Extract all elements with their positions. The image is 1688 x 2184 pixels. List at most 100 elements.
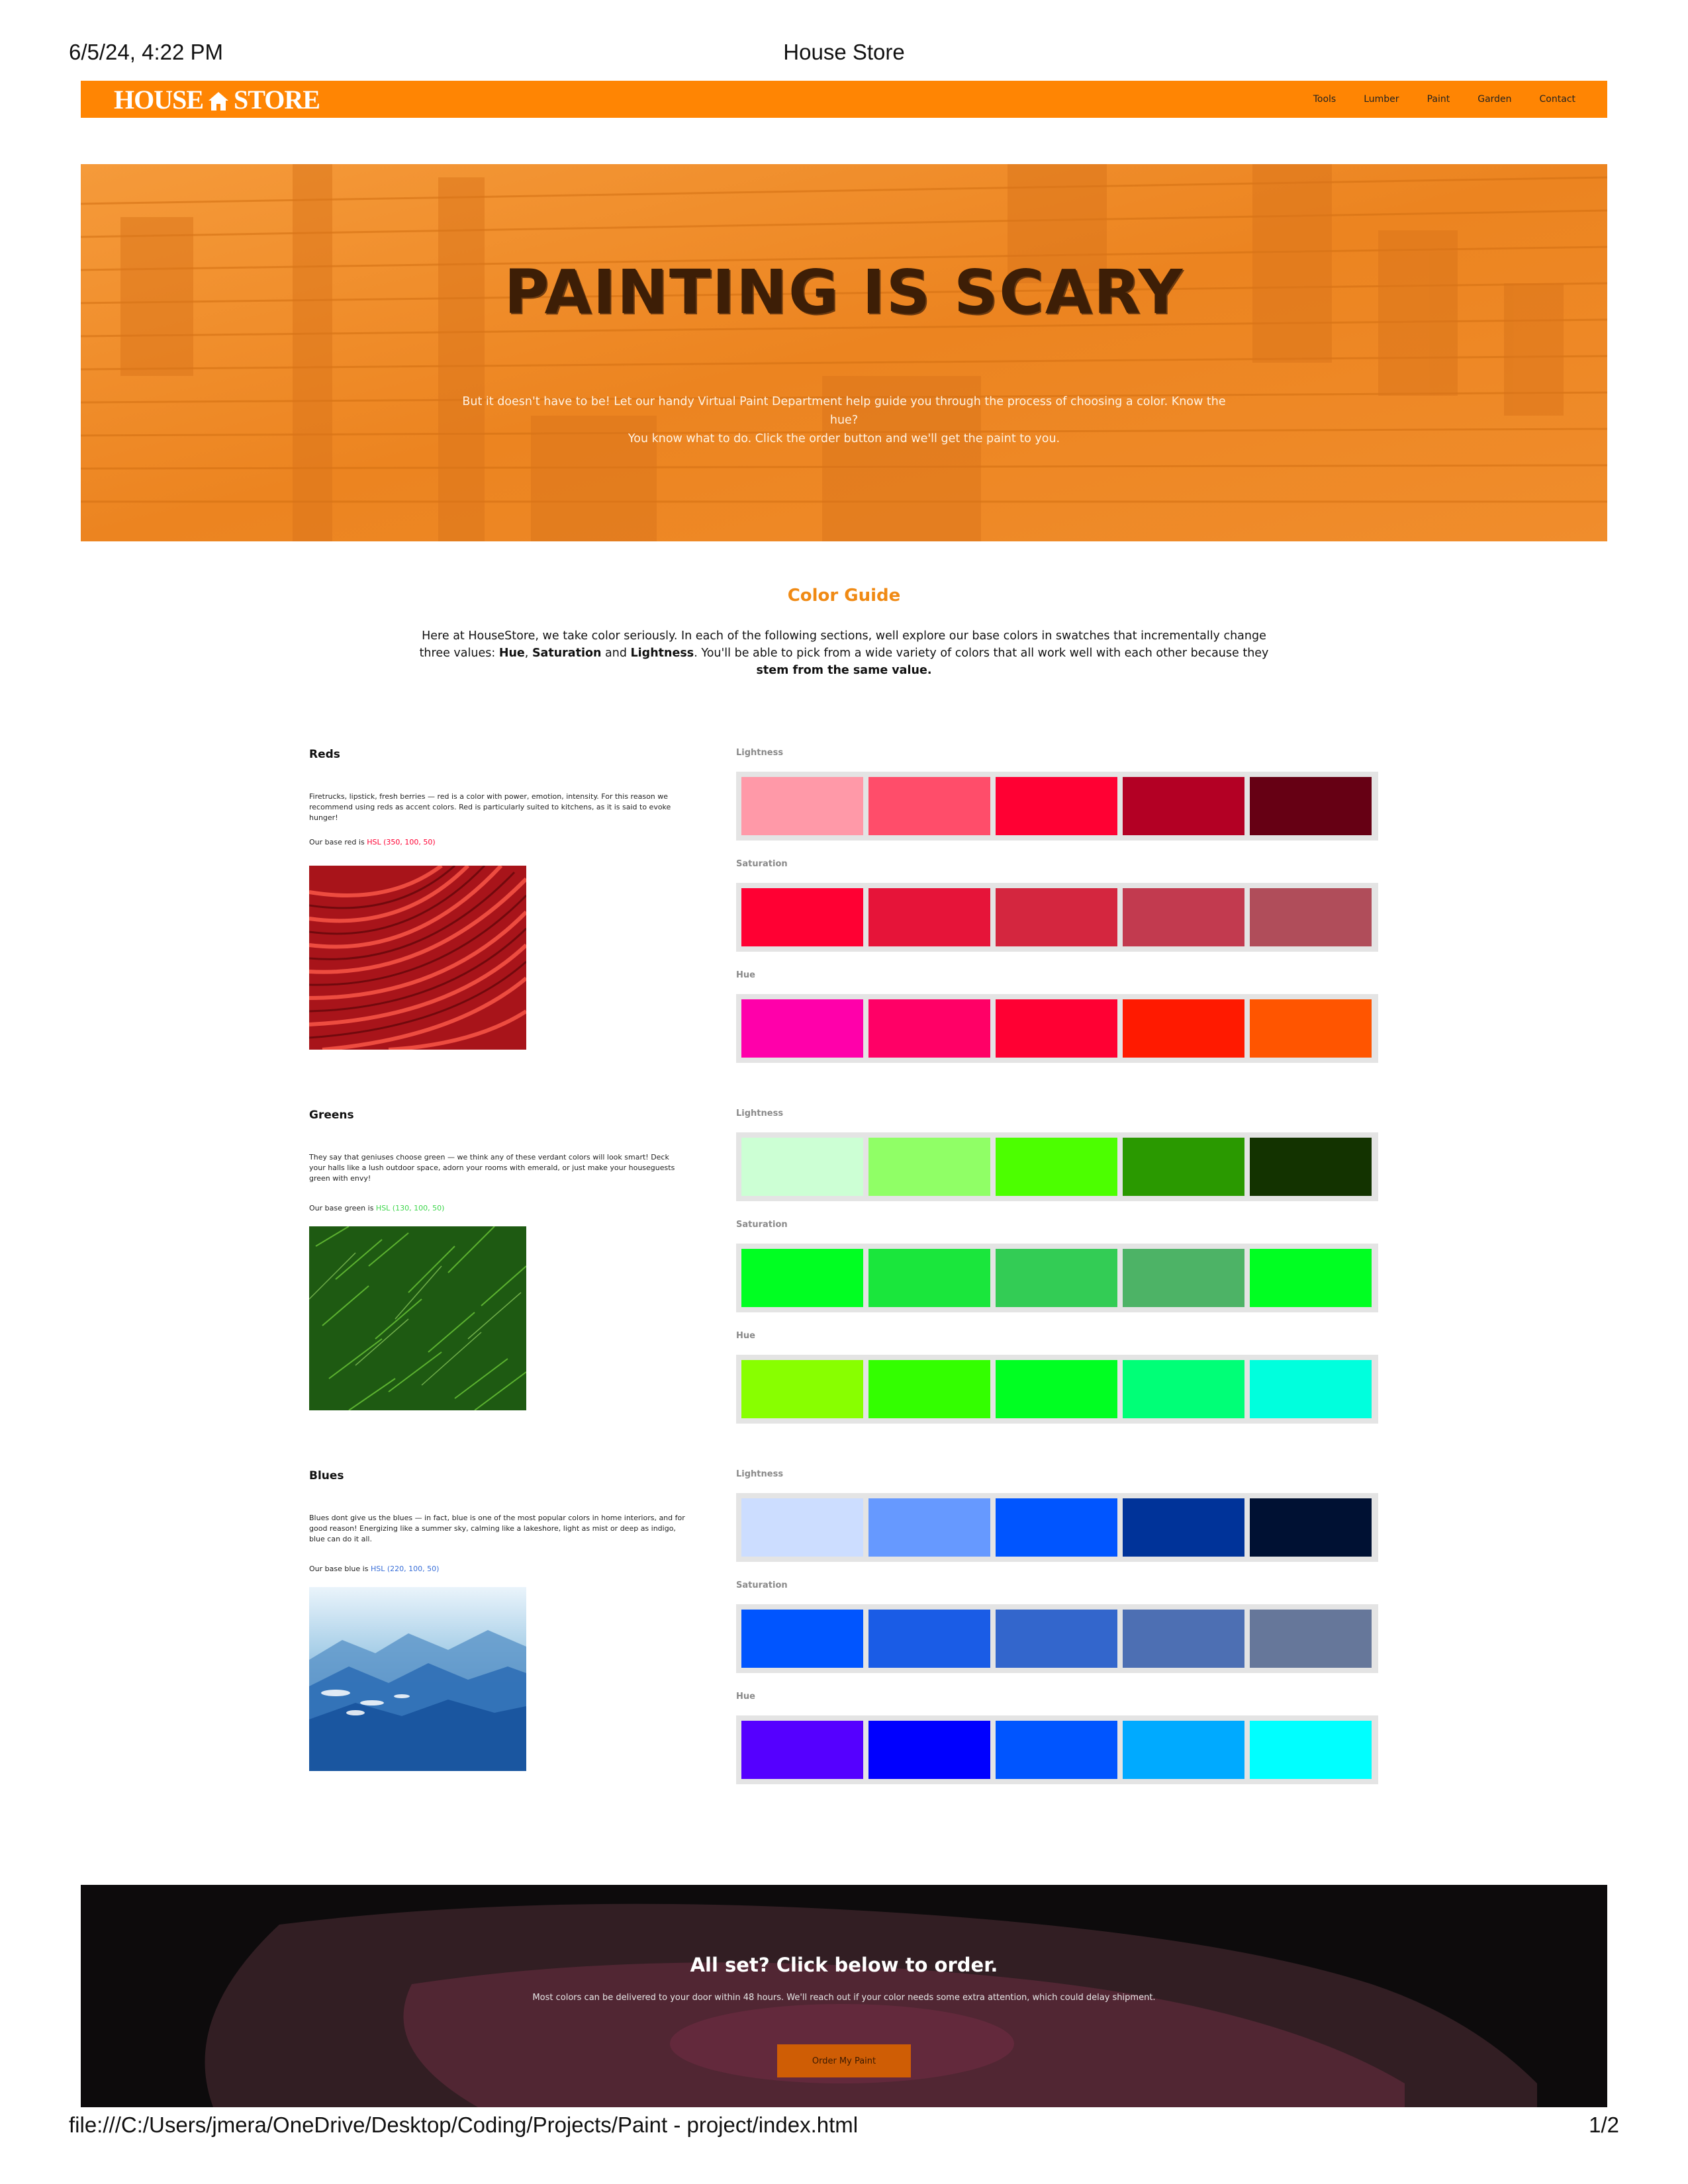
hue-swatch[interactable] xyxy=(1250,999,1372,1058)
lightness-swatch[interactable] xyxy=(996,1138,1117,1196)
color-guide-intro: Here at HouseStore, we take color seriou… xyxy=(410,627,1278,679)
reds-photo xyxy=(309,866,526,1050)
swatch-label-saturation: Saturation xyxy=(736,859,788,869)
saturation-swatch[interactable] xyxy=(741,888,863,946)
section-title: Greens xyxy=(309,1109,354,1122)
nav-link-contact[interactable]: Contact xyxy=(1540,94,1575,105)
base-value: HSL (130, 100, 50) xyxy=(375,1204,445,1212)
lightness-swatch[interactable] xyxy=(1123,1138,1244,1196)
saturation-swatch[interactable] xyxy=(1250,1610,1372,1668)
swatch-label-hue: Hue xyxy=(736,1331,755,1341)
blues-swatches: Lightness Saturation Hue xyxy=(736,1469,1378,1803)
lightness-swatch[interactable] xyxy=(1123,1498,1244,1557)
order-title: All set? Click below to order. xyxy=(690,1954,998,1976)
hue-swatch[interactable] xyxy=(1250,1360,1372,1418)
lightness-swatch[interactable] xyxy=(996,1498,1117,1557)
nav-link-lumber[interactable]: Lumber xyxy=(1364,94,1399,105)
hue-swatch[interactable] xyxy=(1250,1721,1372,1779)
swatch-row-saturation xyxy=(736,883,1378,952)
swatch-row-hue xyxy=(736,1715,1378,1784)
print-page-number: 1/2 xyxy=(1589,2113,1619,2137)
saturation-swatch[interactable] xyxy=(868,1610,990,1668)
intro-part-2: . You'll be able to pick from a wide var… xyxy=(694,647,1269,660)
saturation-swatch[interactable] xyxy=(996,888,1117,946)
lightness-swatch[interactable] xyxy=(1250,777,1372,835)
lightness-swatch[interactable] xyxy=(1123,777,1244,835)
saturation-swatch[interactable] xyxy=(1250,888,1372,946)
color-guide-title: Color Guide xyxy=(787,586,901,606)
saturation-swatch[interactable] xyxy=(1123,1610,1244,1668)
swatch-label-saturation: Saturation xyxy=(736,1580,788,1590)
section-description: Blues dont give us the blues — in fact, … xyxy=(309,1514,685,1543)
saturation-swatch[interactable] xyxy=(868,1249,990,1307)
hue-swatch[interactable] xyxy=(741,1360,863,1418)
reds-swatches: Lightness Saturation Hue xyxy=(736,748,1378,1081)
swatch-row-lightness xyxy=(736,1132,1378,1201)
base-prefix: Our base green is xyxy=(309,1204,376,1212)
section-base-color: Our base blue is HSL (220, 100, 50) xyxy=(309,1565,439,1573)
saturation-swatch[interactable] xyxy=(1250,1249,1372,1307)
swatch-label-lightness: Lightness xyxy=(736,1469,784,1479)
base-value: HSL (350, 100, 50) xyxy=(367,838,436,846)
house-icon xyxy=(207,88,230,111)
hue-swatch[interactable] xyxy=(996,1360,1117,1418)
hue-swatch[interactable] xyxy=(741,999,863,1058)
saturation-swatch[interactable] xyxy=(1123,888,1244,946)
intro-saturation: Saturation xyxy=(532,647,602,660)
lightness-swatch[interactable] xyxy=(1250,1138,1372,1196)
order-description: Most colors can be delivered to your doo… xyxy=(532,1993,1156,2003)
hue-swatch[interactable] xyxy=(1123,1360,1244,1418)
section-base-color: Our base red is HSL (350, 100, 50) xyxy=(309,838,436,846)
greens-photo xyxy=(309,1226,526,1410)
hero-text-line2: You know what to do. Click the order but… xyxy=(628,432,1060,445)
saturation-swatch[interactable] xyxy=(741,1610,863,1668)
nav-link-tools[interactable]: Tools xyxy=(1313,94,1336,105)
lightness-swatch[interactable] xyxy=(996,777,1117,835)
lightness-swatch[interactable] xyxy=(868,777,990,835)
nav-link-paint[interactable]: Paint xyxy=(1427,94,1450,105)
print-header: House Store 6/5/24, 4:22 PM xyxy=(0,40,1688,73)
print-title: House Store xyxy=(783,40,905,64)
hue-swatch[interactable] xyxy=(868,999,990,1058)
hue-swatch[interactable] xyxy=(996,1721,1117,1779)
lightness-swatch[interactable] xyxy=(1250,1498,1372,1557)
section-description: They say that geniuses choose green — we… xyxy=(309,1153,675,1183)
house-store-logo[interactable]: HOUSE STORE xyxy=(114,85,320,114)
hue-swatch[interactable] xyxy=(1123,1721,1244,1779)
nav-links: Tools Lumber Paint Garden Contact xyxy=(1313,81,1575,118)
greens-swatches: Lightness Saturation Hue xyxy=(736,1109,1378,1442)
hue-swatch[interactable] xyxy=(868,1360,990,1418)
base-prefix: Our base red is xyxy=(309,838,367,846)
saturation-swatch[interactable] xyxy=(1123,1249,1244,1307)
lightness-swatch[interactable] xyxy=(741,1498,863,1557)
print-url: file:///C:/Users/jmera/OneDrive/Desktop/… xyxy=(69,2113,859,2137)
nav-link-garden[interactable]: Garden xyxy=(1477,94,1511,105)
intro-hue: Hue xyxy=(498,647,525,660)
saturation-swatch[interactable] xyxy=(741,1249,863,1307)
print-datetime: 6/5/24, 4:22 PM xyxy=(69,40,223,64)
hue-swatch[interactable] xyxy=(868,1721,990,1779)
hero-background-image xyxy=(81,164,1607,541)
swatch-label-saturation: Saturation xyxy=(736,1220,788,1230)
hue-swatch[interactable] xyxy=(741,1721,863,1779)
lightness-swatch[interactable] xyxy=(868,1138,990,1196)
order-section: All set? Click below to order. Most colo… xyxy=(81,1885,1607,2107)
lightness-swatch[interactable] xyxy=(868,1498,990,1557)
intro-and: and xyxy=(601,647,631,660)
hero-text-line1: But it doesn't have to be! Let our handy… xyxy=(462,395,1226,427)
hue-swatch[interactable] xyxy=(1123,999,1244,1058)
order-my-paint-button[interactable]: Order My Paint xyxy=(777,2044,911,2077)
print-footer: file:///C:/Users/jmera/OneDrive/Desktop/… xyxy=(0,2113,1688,2146)
logo-text-right: STORE xyxy=(234,84,320,114)
top-navbar: HOUSE STORE Tools Lumber Paint Garden Co… xyxy=(81,81,1607,118)
saturation-swatch[interactable] xyxy=(996,1610,1117,1668)
hue-swatch[interactable] xyxy=(996,999,1117,1058)
section-description: Firetrucks, lipstick, fresh berries — re… xyxy=(309,792,671,822)
saturation-swatch[interactable] xyxy=(868,888,990,946)
intro-lightness: Lightness xyxy=(630,647,694,660)
lightness-swatch[interactable] xyxy=(741,1138,863,1196)
lightness-swatch[interactable] xyxy=(741,777,863,835)
swatch-label-hue: Hue xyxy=(736,1692,755,1702)
saturation-swatch[interactable] xyxy=(996,1249,1117,1307)
section-title: Reds xyxy=(309,748,340,761)
